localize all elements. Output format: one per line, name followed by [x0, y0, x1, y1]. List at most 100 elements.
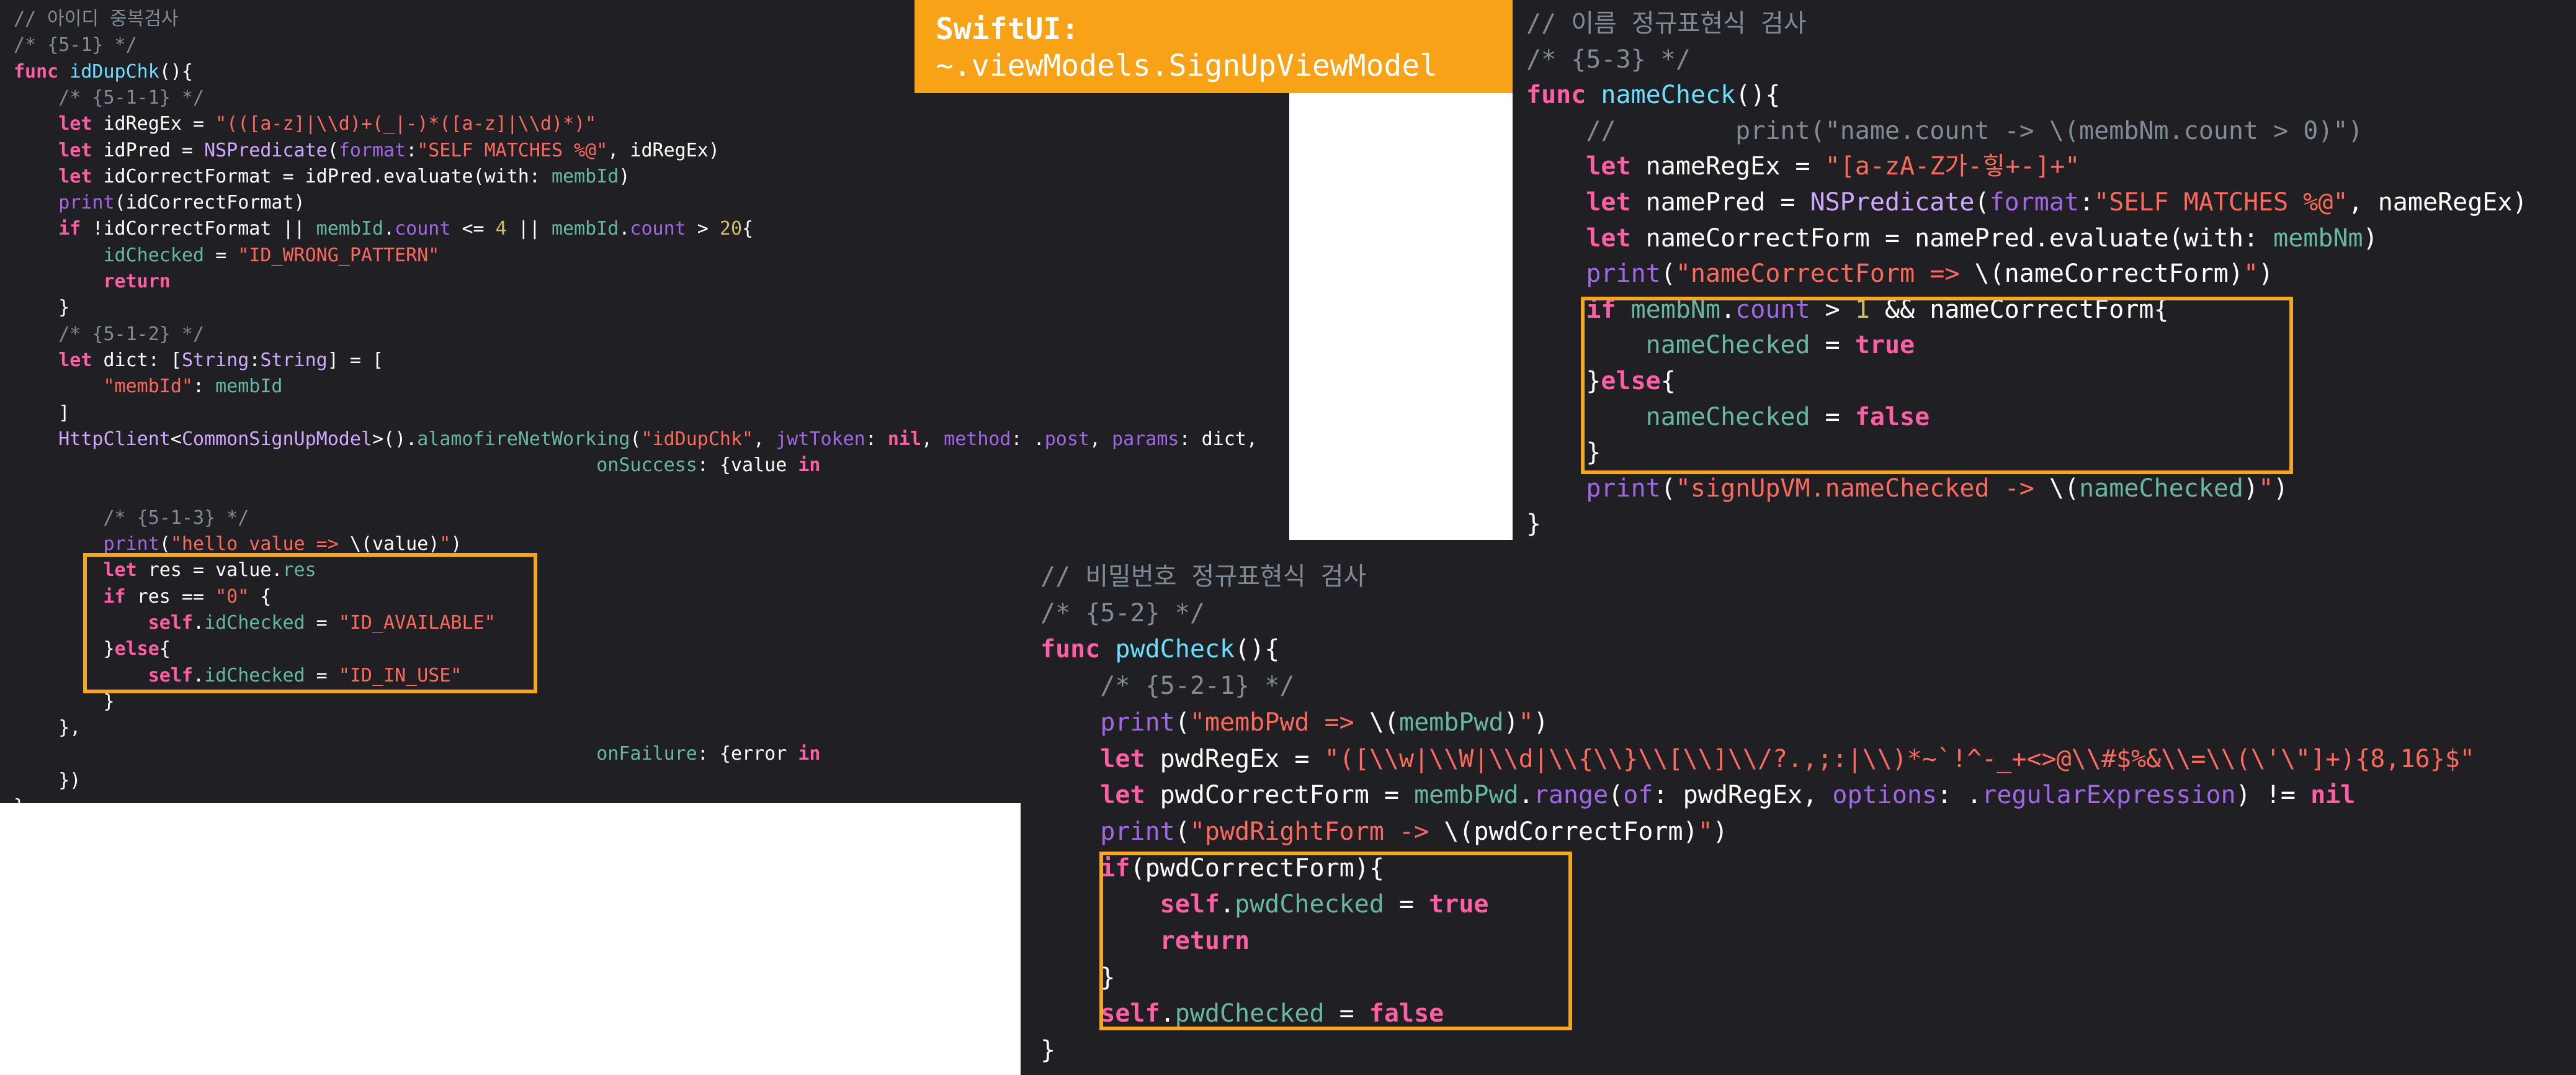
code-line: } — [14, 794, 25, 803]
code-token: count — [395, 218, 451, 240]
code-token: (){ — [159, 60, 193, 83]
code-token: "ID_WRONG_PATTERN" — [238, 244, 440, 266]
code-token: idRegEx = — [103, 113, 216, 135]
code-token: , — [753, 428, 776, 450]
code-token: post — [1044, 428, 1089, 450]
code-token: let — [1586, 188, 1646, 217]
code-token: let — [1100, 781, 1160, 810]
code-line: }, — [14, 715, 81, 741]
code-token: nameCorrectForm = namePred.evaluate(with… — [1645, 223, 2274, 253]
code-token: " — [2258, 474, 2274, 503]
code-token: format — [338, 139, 406, 161]
code-token: return — [103, 271, 171, 292]
code-token: , idRegEx) — [607, 139, 720, 161]
code-line: "membId": membId — [14, 374, 283, 400]
code-token: " — [1518, 708, 1534, 737]
code-token: ) — [1712, 817, 1728, 846]
code-token: }, — [14, 717, 81, 739]
code-token: membId — [551, 165, 619, 187]
code-token: , — [921, 428, 944, 450]
code-token: membId — [215, 376, 283, 398]
code-token: func — [1040, 635, 1116, 664]
code-token: HttpClient — [58, 428, 171, 450]
code-token: . — [619, 218, 630, 240]
code-token: if — [58, 218, 92, 240]
code-token: membId — [316, 218, 384, 240]
code-line: } — [1040, 1032, 1055, 1069]
banner-line-1: SwiftUI: — [936, 12, 1080, 47]
code-token: pwdCheck — [1115, 635, 1235, 664]
code-token: }) — [14, 769, 81, 791]
code-token: nameCheck — [1601, 81, 1736, 110]
code-token: "SELF MATCHES %@" — [2094, 188, 2348, 217]
code-token: : dict, — [1179, 428, 1258, 450]
code-line: /* {5-2-1} */ — [1040, 668, 1294, 704]
code-token: print — [58, 192, 115, 214]
code-line: return — [14, 269, 171, 295]
code-line: } — [1526, 506, 1541, 540]
code-line: print("signUpVM.nameChecked -> \(nameChe… — [1526, 471, 2288, 507]
code-line: print(idCorrectFormat) — [14, 190, 305, 216]
code-token: "([\\w|\\W|\\d|\\{\\}\\[\\]\\/?.,;:|\\)*… — [1324, 744, 2475, 773]
code-token: // print("name.count -> \(membNm.count >… — [1586, 116, 2363, 145]
code-token: ( — [1660, 474, 1676, 503]
code-line: /* {5-1} */ — [14, 32, 137, 58]
code-token: ( — [1608, 781, 1624, 810]
code-token: . — [383, 218, 395, 240]
code-token: onFailure — [596, 743, 697, 765]
code-line: /* {5-1-3} */ — [14, 505, 249, 531]
code-token: in — [798, 743, 821, 765]
highlight-box-res-check — [83, 553, 537, 693]
code-line: HttpClient<CommonSignUpModel>().alamofir… — [14, 426, 1258, 452]
code-token: print — [1100, 817, 1175, 846]
code-token: count — [630, 218, 686, 240]
code-token: let — [58, 165, 104, 187]
code-token: ( — [1974, 188, 1990, 217]
code-token: "hello value => — [170, 533, 350, 555]
code-token: : — [406, 139, 418, 161]
code-token: } — [1526, 510, 1542, 539]
code-token: (){ — [1235, 635, 1280, 664]
code-line: // print("name.count -> \(membNm.count >… — [1526, 114, 2363, 150]
code-token: "signUpVM.nameChecked -> — [1675, 474, 2049, 503]
code-line: print("pwdRightForm -> \(pwdCorrectForm)… — [1040, 814, 1728, 850]
code-token: ( — [630, 428, 642, 450]
code-line: func nameCheck(){ — [1526, 78, 1780, 114]
code-token: membId — [551, 218, 619, 240]
code-token: /* {5-2} */ — [1040, 598, 1205, 627]
code-token: print — [103, 533, 159, 555]
code-token: options — [1832, 781, 1937, 810]
highlight-box-pwd-if — [1099, 852, 1572, 1030]
code-line: let pwdCorrectForm = membPwd.range(of: p… — [1040, 777, 2355, 814]
code-token: " — [2243, 259, 2259, 289]
code-token: . — [1518, 781, 1534, 810]
code-token: ( — [1660, 259, 1676, 289]
code-line: print("membPwd => \(membPwd)") — [1040, 704, 1549, 741]
code-token: \( — [1369, 708, 1399, 737]
code-token: membPwd — [1414, 781, 1519, 810]
code-token: params — [1112, 428, 1179, 450]
code-token: || — [506, 218, 552, 240]
code-token: : pwdRegEx, — [1653, 781, 1833, 810]
code-line: /* {5-2} */ — [1040, 595, 1205, 632]
code-token: ) — [1503, 708, 1519, 737]
code-token: (){ — [1735, 81, 1781, 110]
code-token: func — [1526, 81, 1601, 110]
code-token: String — [260, 349, 328, 371]
code-token: " — [439, 533, 451, 555]
